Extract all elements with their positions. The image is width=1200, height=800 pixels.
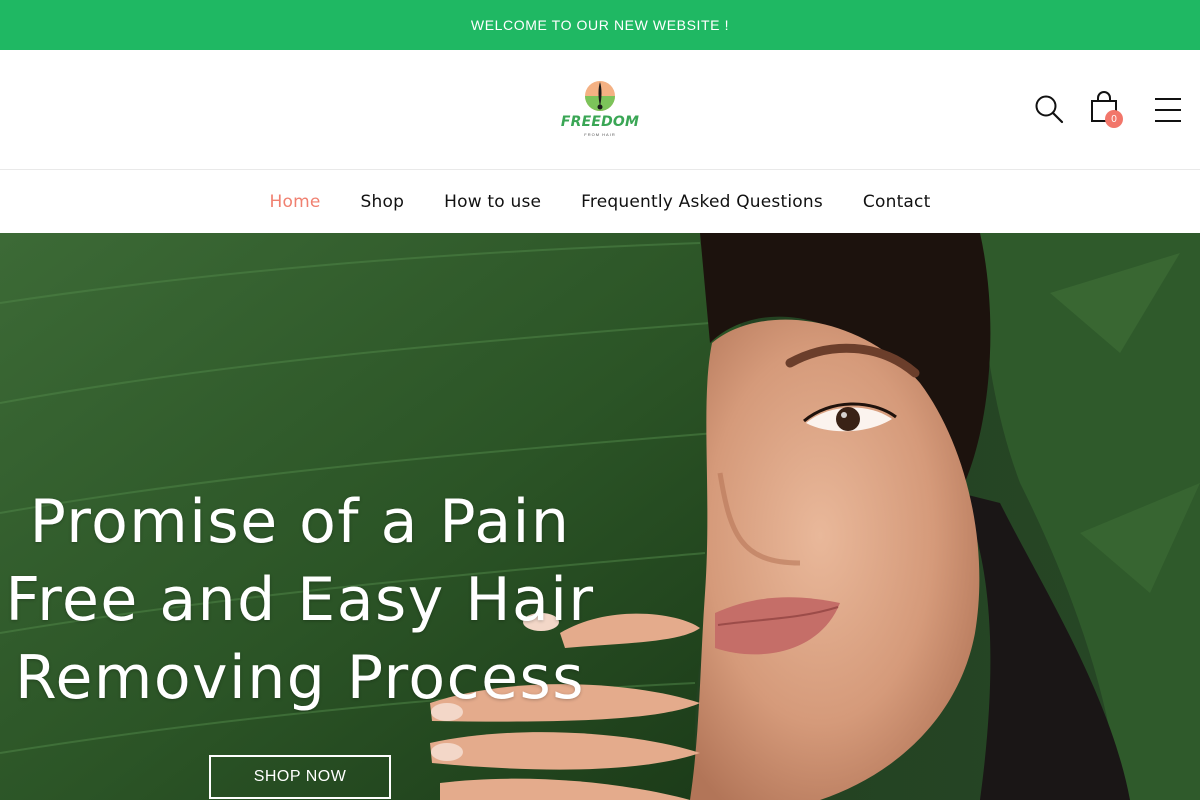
cart-count-badge: 0 — [1105, 110, 1123, 128]
hero-title-line-2: Free and Easy Hair — [5, 565, 595, 635]
nav-item-contact[interactable]: Contact — [863, 192, 931, 212]
hero-title-line-1: Promise of a Pain — [29, 487, 571, 557]
nav-item-faq[interactable]: Frequently Asked Questions — [581, 192, 823, 212]
main-nav: Home Shop How to use Frequently Asked Qu… — [0, 170, 1200, 233]
nav-item-shop[interactable]: Shop — [361, 192, 405, 212]
hero-title: Promise of a Pain Free and Easy Hair Rem… — [0, 483, 600, 717]
nav-item-how-to-use[interactable]: How to use — [444, 192, 541, 212]
announcement-text: WELCOME TO OUR NEW WEBSITE ! — [470, 17, 730, 33]
shop-now-button[interactable]: SHOP NOW — [209, 755, 391, 799]
hero-title-line-3: Removing Process — [14, 643, 586, 713]
logo-wordmark: FREEDOM — [560, 114, 640, 130]
nav-item-home[interactable]: Home — [270, 192, 321, 212]
hamburger-menu-icon[interactable] — [1154, 96, 1182, 124]
hero-banner: Promise of a Pain Free and Easy Hair Rem… — [0, 233, 1200, 800]
logo-tagline: FROM HAIR — [584, 132, 616, 137]
announcement-bar: WELCOME TO OUR NEW WEBSITE ! — [0, 0, 1200, 50]
site-header: FREEDOM FROM HAIR — [0, 50, 1200, 170]
search-icon[interactable] — [1034, 94, 1064, 124]
site-logo[interactable]: FREEDOM FROM HAIR — [560, 76, 640, 144]
